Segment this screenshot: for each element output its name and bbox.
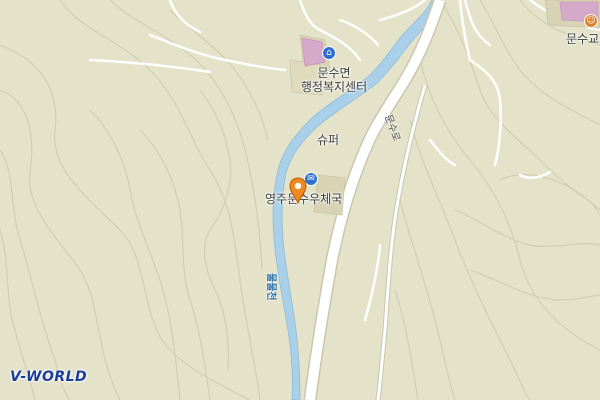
school-label[interactable]: 문수교 — [566, 32, 599, 46]
river-label: 물물천 — [265, 273, 276, 301]
vworld-logo: V-WORLD — [10, 369, 88, 385]
office-label-line2: 행정복지센터 — [300, 80, 368, 94]
office-label-line1: 문수면 — [317, 66, 351, 80]
super-label[interactable]: 슈퍼 — [317, 133, 339, 147]
school-icon[interactable]: ☺ — [584, 14, 598, 28]
office-label[interactable]: 문수면 행정복지센터 — [289, 66, 379, 94]
government-office-icon[interactable]: ⌂ — [322, 46, 336, 60]
location-marker-icon[interactable] — [288, 176, 308, 204]
map-view[interactable]: ⌂ ✉ ☺ 문수면 행정복지센터 슈퍼 영주문수우체국 문수교 문수로 물물천 … — [0, 0, 600, 400]
